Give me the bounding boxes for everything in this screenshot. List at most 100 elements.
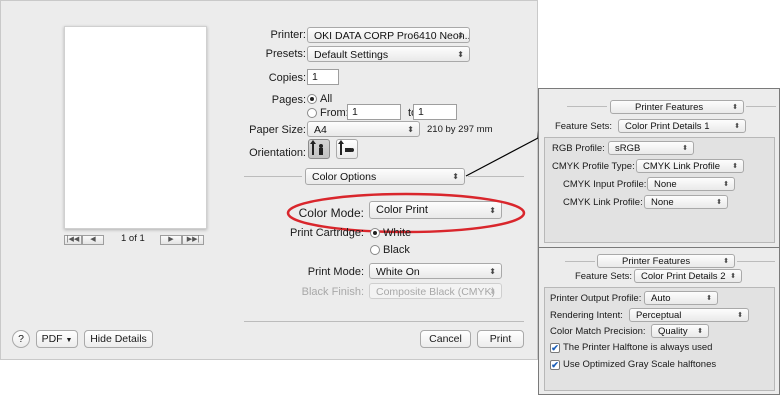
updown-arrows-icon: ⬍: [716, 199, 722, 206]
last-page-button[interactable]: ▶▶|: [182, 235, 204, 245]
panel2-separator-right: [737, 261, 775, 262]
landscape-person-icon: [338, 140, 354, 155]
pages-from-label: From:: [320, 107, 349, 119]
pages-all-radio[interactable]: [307, 94, 317, 104]
updown-arrows-icon: ⬍: [732, 163, 738, 170]
portrait-orientation-button[interactable]: [308, 139, 330, 159]
dropdown-arrow-icon: ▼: [65, 337, 73, 344]
pages-from-field[interactable]: 1: [347, 104, 401, 120]
cmyk-link-profile-select[interactable]: None ⬍: [644, 195, 728, 209]
pages-label: Pages:: [271, 94, 306, 106]
print-mode-select[interactable]: White On ⬍: [369, 263, 502, 279]
panel2-header-select[interactable]: Printer Features ⬍: [597, 254, 735, 268]
output-profile-value: Auto: [651, 293, 671, 304]
match-precision-select[interactable]: Quality ⬍: [651, 324, 709, 338]
updown-arrows-icon: ⬍: [706, 295, 712, 302]
presets-select[interactable]: Default Settings ⬍: [307, 46, 470, 62]
panel2-separator-left: [565, 261, 595, 262]
cmyk-link-profile-label: CMYK Link Profile:: [563, 197, 643, 208]
pdf-label: PDF: [41, 333, 63, 345]
rendering-intent-select[interactable]: Perceptual ⬍: [629, 308, 749, 322]
gray-scale-label: Use Optimized Gray Scale halftones: [563, 359, 717, 370]
section-separator-left: [244, 176, 302, 177]
updown-arrows-icon: ⬍: [489, 267, 496, 276]
next-page-button[interactable]: ▶: [160, 235, 182, 245]
portrait-person-icon: [310, 140, 323, 155]
footer-separator: [244, 321, 524, 322]
output-profile-select[interactable]: Auto ⬍: [644, 291, 718, 305]
presets-label: Presets:: [265, 48, 306, 60]
updown-arrows-icon: ⬍: [489, 287, 496, 296]
match-precision-label: Color Match Precision:: [550, 326, 646, 337]
panel1-header-select[interactable]: Printer Features ⬍: [610, 100, 744, 114]
panel1-feature-sets-select[interactable]: Color Print Details 1 ⬍: [618, 119, 746, 133]
updown-arrows-icon: ⬍: [457, 50, 464, 59]
section-select[interactable]: Color Options ⬍: [305, 168, 465, 185]
cartridge-black-label: Black: [383, 244, 410, 256]
halftone-checkbox[interactable]: ✔: [550, 343, 560, 353]
print-mode-label: Print Mode:: [307, 266, 364, 278]
paper-size-select[interactable]: A4 ⬍: [307, 121, 420, 137]
panel2-feature-sets-select[interactable]: Color Print Details 2 ⬍: [634, 269, 742, 283]
panel1-header-value: Printer Features: [635, 102, 704, 113]
printer-features-panel-2: Printer Features ⬍ Feature Sets: Color P…: [538, 247, 780, 395]
printer-features-panel-1: Printer Features ⬍ Feature Sets: Color P…: [538, 88, 780, 248]
hide-details-label: Hide Details: [90, 333, 147, 345]
printer-select[interactable]: OKI DATA CORP Pro6410 Neon... ⬍: [307, 27, 470, 43]
cmyk-input-profile-select[interactable]: None ⬍: [647, 177, 735, 191]
pdf-button[interactable]: PDF ▼: [36, 330, 78, 348]
panel2-header-value: Printer Features: [622, 256, 691, 267]
black-finish-label: Black Finish:: [301, 286, 364, 298]
updown-arrows-icon: ⬍: [723, 258, 729, 265]
rgb-profile-value: sRGB: [615, 143, 641, 154]
cmyk-profile-type-select[interactable]: CMYK Link Profile ⬍: [636, 159, 744, 173]
updown-arrows-icon: ⬍: [737, 312, 743, 319]
updown-arrows-icon: ⬍: [682, 145, 688, 152]
cmyk-input-profile-label: CMYK Input Profile:: [563, 179, 647, 190]
cartridge-white-radio[interactable]: [370, 228, 380, 238]
printer-label: Printer:: [270, 29, 306, 41]
paper-size-label: Paper Size:: [249, 124, 306, 136]
prev-page-button[interactable]: ◀: [82, 235, 104, 245]
panel1-separator-right: [746, 106, 776, 107]
cartridge-white-label: White: [383, 227, 412, 239]
copies-field[interactable]: 1: [307, 69, 339, 85]
page-preview: [64, 26, 207, 229]
rendering-intent-label: Rendering Intent:: [550, 310, 623, 321]
rgb-profile-label: RGB Profile:: [552, 143, 605, 154]
page-indicator: 1 of 1: [121, 233, 145, 244]
updown-arrows-icon: ⬍: [723, 181, 729, 188]
updown-arrows-icon: ⬍: [457, 31, 464, 40]
panel2-inset: Printer Output Profile: Auto ⬍ Rendering…: [544, 287, 775, 391]
landscape-orientation-button[interactable]: [336, 139, 358, 159]
hide-details-button[interactable]: Hide Details: [84, 330, 153, 348]
cancel-label: Cancel: [429, 333, 462, 345]
help-label: ?: [18, 333, 24, 345]
rgb-profile-select[interactable]: sRGB ⬍: [608, 141, 694, 155]
cartridge-black-radio[interactable]: [370, 245, 380, 255]
panel2-feature-sets-value: Color Print Details 2: [641, 271, 726, 282]
paper-size-value: A4: [314, 124, 327, 136]
pages-to-field[interactable]: 1: [413, 104, 457, 120]
cmyk-input-profile-value: None: [654, 179, 677, 190]
updown-arrows-icon: ⬍: [452, 172, 459, 181]
presets-value: Default Settings: [314, 49, 389, 61]
panel1-feature-sets-label: Feature Sets:: [554, 121, 612, 132]
help-button[interactable]: ?: [12, 330, 30, 348]
black-finish-select: Composite Black (CMYK) ⬍: [369, 283, 502, 299]
updown-arrows-icon: ⬍: [734, 123, 740, 130]
copies-label: Copies:: [268, 72, 306, 84]
first-page-button[interactable]: |◀◀: [64, 235, 82, 245]
cmyk-profile-type-label: CMYK Profile Type:: [552, 161, 635, 172]
print-label: Print: [489, 333, 512, 345]
cmyk-profile-type-value: CMYK Link Profile: [643, 161, 721, 172]
panel1-feature-sets-value: Color Print Details 1: [625, 121, 710, 132]
cancel-button[interactable]: Cancel: [420, 330, 471, 348]
print-button[interactable]: Print: [477, 330, 524, 348]
updown-arrows-icon: ⬍: [732, 104, 738, 111]
pages-range-radio[interactable]: [307, 108, 317, 118]
gray-scale-checkbox[interactable]: ✔: [550, 360, 560, 370]
print-mode-value: White On: [376, 266, 420, 278]
panel2-feature-sets-label: Feature Sets:: [574, 271, 632, 282]
black-finish-value: Composite Black (CMYK): [376, 286, 496, 298]
